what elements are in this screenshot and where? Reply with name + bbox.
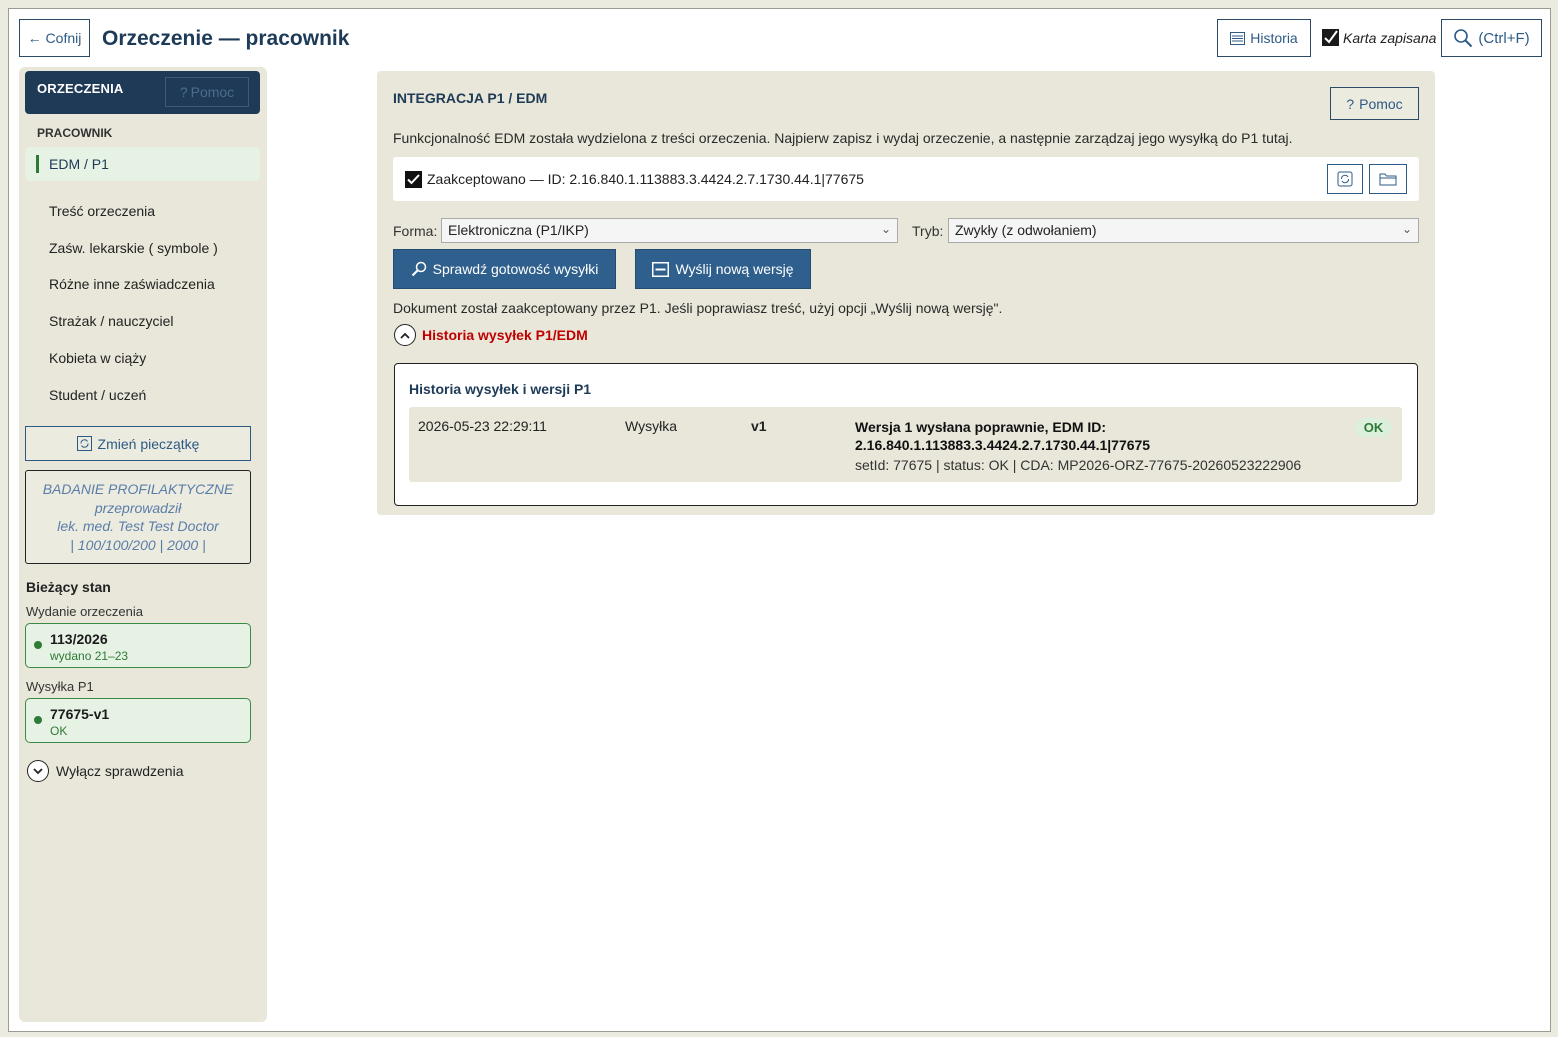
history-message: Wersja 1 wysłana poprawnie, EDM ID: 2.16…: [855, 419, 1151, 453]
stamp-line-1: BADANIE PROFILAKTYCZNE: [42, 481, 234, 497]
history-meta: setId: 77675 | status: OK | CDA: MP2026-…: [855, 457, 1302, 473]
sidebar-item-tresc-orzeczenia[interactable]: Treść orzeczenia: [49, 203, 155, 219]
check-readiness-button[interactable]: Sprawdź gotowość wysyłki: [393, 249, 616, 289]
chevron-down-icon: [27, 760, 49, 782]
form-select-value: Elektroniczna (P1/IKP): [448, 222, 589, 238]
issue-date: wydano 21–23: [50, 649, 129, 663]
send-history-box: Historia wysyłek i wersji P1 2026-05-23 …: [394, 363, 1418, 506]
sidebar-item-edm-p1[interactable]: EDM / P1: [25, 147, 260, 181]
send-id: 77675-v1: [50, 706, 110, 722]
mode-label: Tryb:: [912, 223, 944, 239]
app-window: ← Cofnij Orzeczenie — pracownik Historia…: [8, 8, 1551, 1032]
issue-status-card: 113/2026 wydano 21–23: [25, 623, 251, 668]
sidebar-help-label: Pomoc: [190, 84, 235, 100]
chevron-up-icon: [394, 324, 416, 346]
history-datetime: 2026-05-23 22:29:11: [418, 418, 547, 434]
stamp-line-2: przeprowadził: [94, 499, 182, 516]
accepted-id-text: Zaakceptowano — ID: 2.16.840.1.113883.3.…: [427, 171, 864, 187]
sidebar-item-zasw-lekarskie[interactable]: Zaśw. lekarskie ( symbole ): [49, 240, 218, 256]
search-button[interactable]: (Ctrl+F): [1441, 19, 1542, 57]
refresh-icon: [76, 436, 92, 451]
check-readiness-label: Sprawdź gotowość wysyłki: [432, 261, 599, 277]
sidebar-header: ORZECZENIA ? Pomoc: [25, 71, 260, 114]
back-button-label: ← Cofnij: [27, 30, 82, 46]
accepted-checkbox[interactable]: [405, 171, 422, 188]
sidebar-item-rozne-zaswiadczenia[interactable]: Różne inne zaświadczenia: [49, 276, 215, 292]
send-status: OK: [50, 724, 68, 738]
refresh-button[interactable]: [1327, 164, 1363, 194]
sidebar-item-label: EDM / P1: [49, 156, 109, 172]
history-toggle[interactable]: Historia wysyłek P1/EDM: [394, 324, 588, 346]
integration-panel: INTEGRACJA P1 / EDM ? Pomoc Funkcjonalno…: [377, 71, 1435, 515]
issue-label: Wydanie orzeczenia: [26, 604, 143, 619]
history-type: Wysyłka: [625, 418, 677, 434]
doctor-stamp: BADANIE PROFILAKTYCZNE przeprowadził lek…: [25, 470, 251, 564]
send-new-version-label: Wyślij nową wersję: [675, 261, 794, 277]
saved-status-label: Karta zapisana: [1343, 29, 1437, 46]
folder-icon: [1379, 173, 1397, 186]
history-version: v1: [751, 418, 767, 434]
status-dot-icon: [34, 716, 42, 724]
history-box-title: Historia wysyłek i wersji P1: [409, 381, 592, 397]
saved-status: Karta zapisana: [1322, 29, 1436, 46]
chevron-down-icon: ⌄: [1401, 222, 1412, 236]
sidebar-item-student-uczen[interactable]: Student / uczeń: [49, 387, 146, 403]
table-row: 2026-05-23 22:29:11 Wysyłka v1 Wersja 1 …: [409, 407, 1402, 482]
history-button[interactable]: Historia: [1217, 19, 1311, 57]
history-toggle-label: Historia wysyłek P1/EDM: [422, 327, 588, 343]
checkbox-checked-icon: [1322, 29, 1339, 46]
active-indicator: [36, 155, 39, 173]
panel-title: INTEGRACJA P1 / EDM: [393, 90, 548, 106]
sidebar-item-kobieta-w-ciazy[interactable]: Kobieta w ciąży: [49, 350, 146, 366]
help-icon: ?: [179, 84, 188, 100]
change-stamp-label: Zmień pieczątkę: [97, 435, 200, 452]
back-button[interactable]: ← Cofnij: [19, 19, 90, 57]
sidebar-title: ORZECZENIA: [37, 81, 124, 96]
panel-help-label: Pomoc: [1359, 95, 1403, 112]
form-label: Forma:: [393, 223, 438, 239]
issue-number: 113/2026: [50, 631, 108, 647]
refresh-icon: [1337, 171, 1353, 187]
search-icon: [411, 261, 426, 277]
sidebar-item-strazak-nauczyciel[interactable]: Strażak / nauczyciel: [49, 313, 174, 329]
stamp-line-3: lek. med. Test Test Doctor: [57, 518, 219, 534]
send-status-card: 77675-v1 OK: [25, 698, 251, 743]
search-shortcut-label: (Ctrl+F): [1478, 29, 1530, 47]
status-dot-icon: [34, 641, 42, 649]
send-icon: [652, 261, 670, 277]
sidebar-help-button[interactable]: ? Pomoc: [165, 77, 249, 107]
current-state-heading: Bieżący stan: [26, 579, 111, 595]
document-status-note: Dokument został zaakceptowany przez P1. …: [393, 300, 1003, 316]
change-stamp-button[interactable]: Zmień pieczątkę: [25, 426, 251, 461]
list-icon: [1230, 31, 1246, 45]
send-label: Wysyłka P1: [26, 679, 94, 694]
mode-select-value: Zwykły (z odwołaniem): [955, 222, 1097, 238]
panel-info-text: Funkcjonalność EDM została wydzielona z …: [393, 130, 1293, 146]
open-folder-button[interactable]: [1369, 164, 1407, 194]
panel-help-button[interactable]: ? Pomoc: [1330, 87, 1419, 120]
form-select[interactable]: Elektroniczna (P1/IKP) ⌄: [441, 218, 898, 243]
stamp-line-4: | 100/100/200 | 2000 |: [70, 536, 206, 553]
history-button-label: Historia: [1250, 30, 1298, 46]
toggle-checks-label: Wyłącz sprawdzenia: [56, 763, 184, 779]
chevron-down-icon: ⌄: [880, 222, 891, 236]
section-label: PRACOWNIK: [37, 126, 113, 140]
acceptance-row: Zaakceptowano — ID: 2.16.840.1.113883.3.…: [393, 157, 1419, 201]
sidebar: ORZECZENIA ? Pomoc PRACOWNIK EDM / P1 Tr…: [19, 67, 267, 1022]
status-badge: OK: [1355, 418, 1392, 437]
send-new-version-button[interactable]: Wyślij nową wersję: [635, 249, 811, 289]
mode-select[interactable]: Zwykły (z odwołaniem) ⌄: [948, 218, 1419, 243]
search-icon: [1454, 29, 1473, 48]
help-icon: ?: [1346, 95, 1355, 112]
toggle-checks[interactable]: Wyłącz sprawdzenia: [27, 760, 183, 782]
page-title: Orzeczenie — pracownik: [102, 27, 350, 50]
